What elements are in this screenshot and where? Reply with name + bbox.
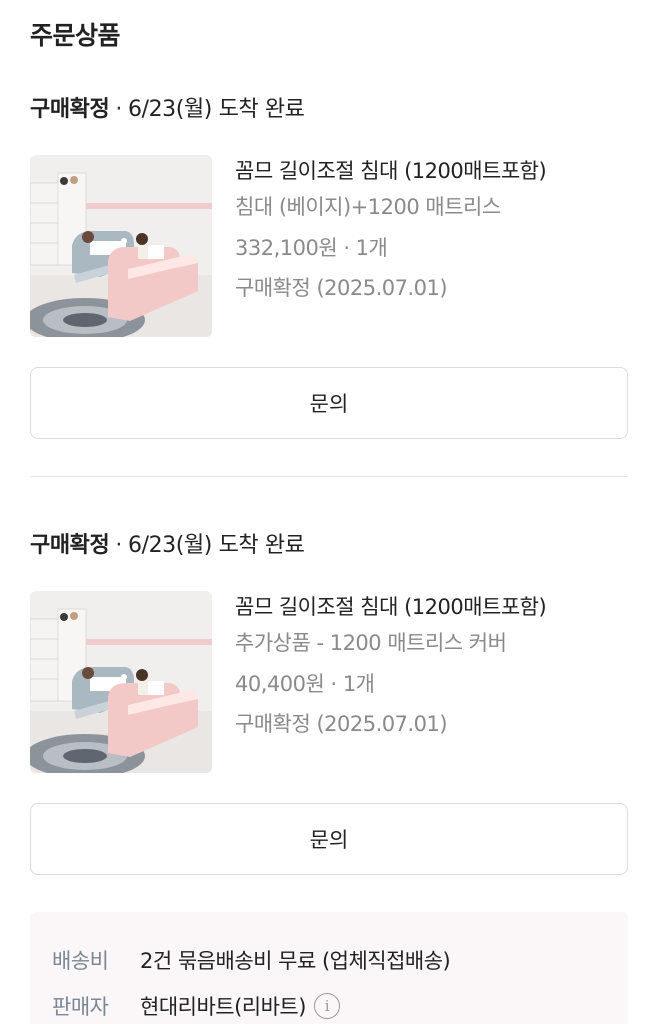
product-info: 꼼므 길이조절 침대 (1200매트포함) 침대 (베이지)+1200 매트리스… (235, 155, 625, 309)
product-info: 꼼므 길이조절 침대 (1200매트포함) 추가상품 - 1200 매트리스 커… (235, 591, 625, 745)
order-item: 구매확정 · 6/23(월) 도착 완료 꼼므 길이조절 침대 (1200매트포… (30, 92, 628, 439)
order-status-line: 구매확정 · 6/23(월) 도착 완료 (30, 528, 628, 564)
product-card[interactable]: 꼼므 길이조절 침대 (1200매트포함) 침대 (베이지)+1200 매트리스… (30, 155, 628, 337)
purchase-confirm-date: 구매확정 (2025.07.01) (235, 276, 448, 300)
product-card[interactable]: 꼼므 길이조절 침대 (1200매트포함) 추가상품 - 1200 매트리스 커… (30, 591, 628, 773)
order-status-line: 구매확정 · 6/23(월) 도착 완료 (30, 92, 628, 128)
order-divider (30, 476, 628, 477)
order-status: 구매확정 (30, 533, 110, 558)
inquiry-button[interactable]: 문의 (30, 367, 628, 439)
seller-name[interactable]: 현대리바트(리바트) (140, 991, 306, 1021)
section-title: 주문상품 (30, 21, 121, 50)
shipping-fee-row: 배송비 2건 묶음배송비 무료 (업체직접배송) (52, 940, 451, 980)
product-option: 추가상품 - 1200 매트리스 커버 (235, 631, 507, 655)
arrival-text: 6/23(월) 도착 완료 (127, 97, 305, 122)
order-item: 구매확정 · 6/23(월) 도착 완료 꼼므 길이조절 침대 (1200매트포… (30, 528, 628, 875)
seller-row: 판매자 현대리바트(리바트) i (52, 986, 340, 1024)
shipping-fee-label: 배송비 (52, 949, 109, 973)
separator-dot: · (115, 97, 122, 122)
product-name[interactable]: 꼼므 길이조절 침대 (1200매트포함) (235, 591, 625, 623)
product-image[interactable] (30, 155, 212, 337)
product-price-qty: 332,100원 · 1개 (235, 235, 388, 260)
purchase-confirm-date: 구매확정 (2025.07.01) (235, 712, 448, 736)
product-name[interactable]: 꼼므 길이조절 침대 (1200매트포함) (235, 155, 625, 187)
separator-dot: · (115, 533, 122, 558)
inquiry-button[interactable]: 문의 (30, 803, 628, 875)
info-icon[interactable]: i (313, 993, 340, 1019)
arrival-text: 6/23(월) 도착 완료 (127, 533, 305, 558)
product-image[interactable] (30, 591, 212, 773)
shipping-fee-value: 2건 묶음배송비 무료 (업체직접배송) (140, 949, 451, 973)
product-option: 침대 (베이지)+1200 매트리스 (235, 195, 501, 219)
order-status: 구매확정 (30, 97, 110, 122)
seller-label: 판매자 (52, 995, 109, 1019)
shipping-info-box: 배송비 2건 묶음배송비 무료 (업체직접배송) 판매자 현대리바트(리바트) … (30, 912, 628, 1024)
product-price-qty: 40,400원 · 1개 (235, 671, 375, 696)
